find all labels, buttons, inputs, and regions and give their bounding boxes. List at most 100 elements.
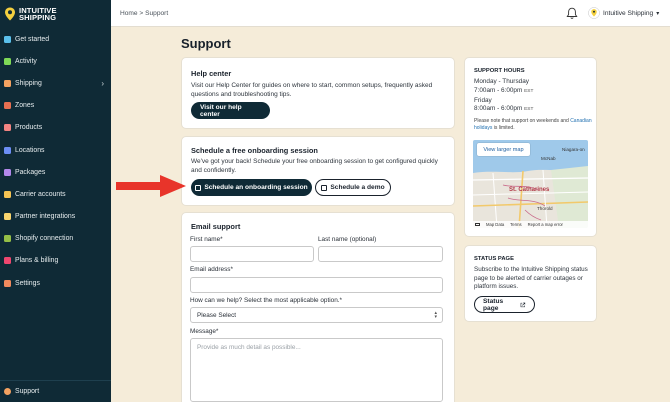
sidebar-item-label: Settings — [15, 279, 40, 287]
sidebar-item-label: Carrier accounts — [15, 190, 66, 198]
account-avatar-icon — [588, 7, 600, 19]
status-page-button[interactable]: Status page — [474, 296, 535, 313]
status-page-label: Status page — [483, 297, 504, 312]
sidebar-item-settings[interactable]: Settings — [0, 272, 111, 294]
account-menu[interactable]: Intuitive Shipping ▾ — [588, 6, 659, 20]
location-pin-logo-icon — [5, 7, 15, 21]
topic-select[interactable]: Please Select ▴ ▾ — [190, 307, 443, 323]
visit-help-center-button[interactable]: Visit our help center — [191, 102, 270, 119]
sidebar-item-label: Shipping — [15, 79, 42, 87]
email-label: Email address* — [190, 266, 233, 273]
hours-time-1: 7:00am - 6:00pm EST — [474, 87, 533, 97]
map-report-link[interactable]: Report a map error — [528, 222, 563, 227]
sidebar-item-label: Plans & billing — [15, 257, 59, 265]
box-icon — [4, 168, 11, 176]
sidebar-item-partner-integrations[interactable]: Partner integrations — [0, 206, 111, 228]
email-support-title: Email support — [191, 222, 241, 231]
help-center-title: Help center — [191, 69, 232, 78]
schedule-demo-button[interactable]: Schedule a demo — [315, 179, 391, 196]
first-name-label: First name* — [190, 236, 223, 243]
map-city-label: St. Catharines — [509, 187, 550, 193]
last-name-input[interactable] — [318, 246, 443, 262]
map-terms-link[interactable]: Terms — [510, 222, 521, 227]
sidebar-item-carrier-accounts[interactable]: Carrier accounts — [0, 183, 111, 205]
holiday-note-prefix: Please note that support on weekends and — [474, 118, 569, 124]
brand-logo[interactable]: INTUITIVE SHIPPING — [0, 0, 111, 28]
sidebar-item-locations[interactable]: Locations — [0, 139, 111, 161]
sidebar-item-shopify-connection[interactable]: Shopify connection — [0, 228, 111, 250]
view-larger-map-button[interactable]: View larger map — [477, 143, 530, 156]
sidebar-item-label: Zones — [15, 102, 35, 110]
shopify-icon — [4, 235, 11, 243]
onboarding-card: Schedule a free onboarding session We've… — [181, 136, 455, 206]
sidebar-item-label: Products — [15, 124, 43, 132]
rocket-icon — [4, 35, 11, 43]
breadcrumb[interactable]: Home > Support — [120, 10, 168, 17]
hours-days-2: Friday — [474, 96, 492, 104]
hours-block: Monday - Thursday 7:00am - 6:00pm EST Fr… — [474, 78, 533, 115]
onboarding-text: We've got your back! Schedule your free … — [191, 158, 438, 174]
hours-days-1: Monday - Thursday — [474, 78, 529, 85]
sidebar-nav: Get started Activity Shipping › Zones Product… — [0, 28, 111, 294]
sidebar-item-shipping[interactable]: Shipping › — [0, 72, 111, 94]
schedule-demo-label: Schedule a demo — [330, 184, 385, 191]
arrow-pointer-icon — [116, 175, 186, 197]
page-title: Support — [181, 36, 231, 51]
last-name-label: Last name (optional) — [318, 236, 377, 243]
schedule-onboarding-button[interactable]: Schedule an onboarding session — [191, 179, 312, 196]
message-textarea[interactable]: Provide as much detail as possible... — [190, 338, 443, 402]
help-center-card: Help center Visit our Help Center for gu… — [181, 57, 455, 129]
help-icon — [4, 388, 11, 395]
sidebar-item-packages[interactable]: Packages — [0, 161, 111, 183]
sidebar-support-label: Support — [15, 388, 40, 395]
keyboard-icon — [475, 223, 480, 226]
hours-time-2-value: 8:00am - 6:00pm — [474, 105, 523, 113]
onboarding-title: Schedule a free onboarding session — [191, 146, 318, 155]
sidebar-item-plans-billing[interactable]: Plans & billing — [0, 250, 111, 272]
sidebar-item-label: Get started — [15, 35, 50, 43]
topic-selected-value: Please Select — [197, 311, 237, 319]
activity-icon — [4, 57, 11, 65]
gear-icon — [4, 279, 11, 287]
package-icon — [4, 79, 11, 87]
network-icon — [4, 213, 11, 221]
sidebar-item-label: Activity — [15, 57, 37, 65]
external-link-icon — [521, 302, 526, 307]
holiday-note-suffix: is limited. — [493, 125, 515, 131]
select-arrows-icon: ▴ ▾ — [434, 310, 437, 320]
sidebar-item-products[interactable]: Products — [0, 117, 111, 139]
sidebar-item-support[interactable]: Support — [0, 380, 111, 402]
sidebar-item-activity[interactable]: Activity — [0, 50, 111, 72]
first-name-input[interactable] — [190, 246, 314, 262]
location-icon — [4, 146, 11, 154]
schedule-onboarding-label: Schedule an onboarding session — [204, 184, 308, 191]
sidebar-item-label: Locations — [15, 146, 45, 154]
map-label-mcnab: McNab — [541, 156, 556, 161]
map-label-niagara: Niagara-on — [562, 147, 585, 152]
timezone-1: EST — [524, 88, 534, 94]
brand-line2: SHIPPING — [19, 13, 57, 22]
message-placeholder: Provide as much detail as possible... — [197, 344, 301, 351]
calendar-icon — [321, 184, 328, 191]
support-hours-title: SUPPORT HOURS — [474, 68, 525, 74]
sidebar-item-label: Shopify connection — [15, 235, 74, 243]
status-page-title: STATUS PAGE — [474, 256, 514, 262]
email-input[interactable] — [190, 277, 443, 293]
card-icon — [4, 257, 11, 265]
calendar-icon — [195, 184, 202, 191]
map-label-thorold: Thorold — [537, 206, 553, 211]
holiday-note: Please note that support on weekends and… — [474, 118, 592, 132]
sidebar-item-get-started[interactable]: Get started — [0, 28, 111, 50]
account-name: Intuitive Shipping — [603, 9, 654, 17]
hours-time-1-value: 7:00am - 6:00pm — [474, 86, 523, 94]
sidebar: INTUITIVE SHIPPING Get started Activity Sh… — [0, 0, 111, 402]
message-label: Message* — [190, 328, 219, 335]
map-data-link[interactable]: Map Data — [486, 222, 504, 227]
help-center-text: Visit our Help Center for guides on wher… — [191, 82, 433, 98]
sidebar-item-zones[interactable]: Zones — [0, 95, 111, 117]
sidebar-item-label: Packages — [15, 168, 46, 176]
hours-time-2: 8:00am - 6:00pm EST — [474, 105, 533, 115]
bell-icon[interactable] — [566, 7, 578, 20]
status-page-card: STATUS PAGE Subscribe to the Intuitive S… — [464, 245, 597, 322]
topbar: Home > Support — [111, 0, 670, 27]
